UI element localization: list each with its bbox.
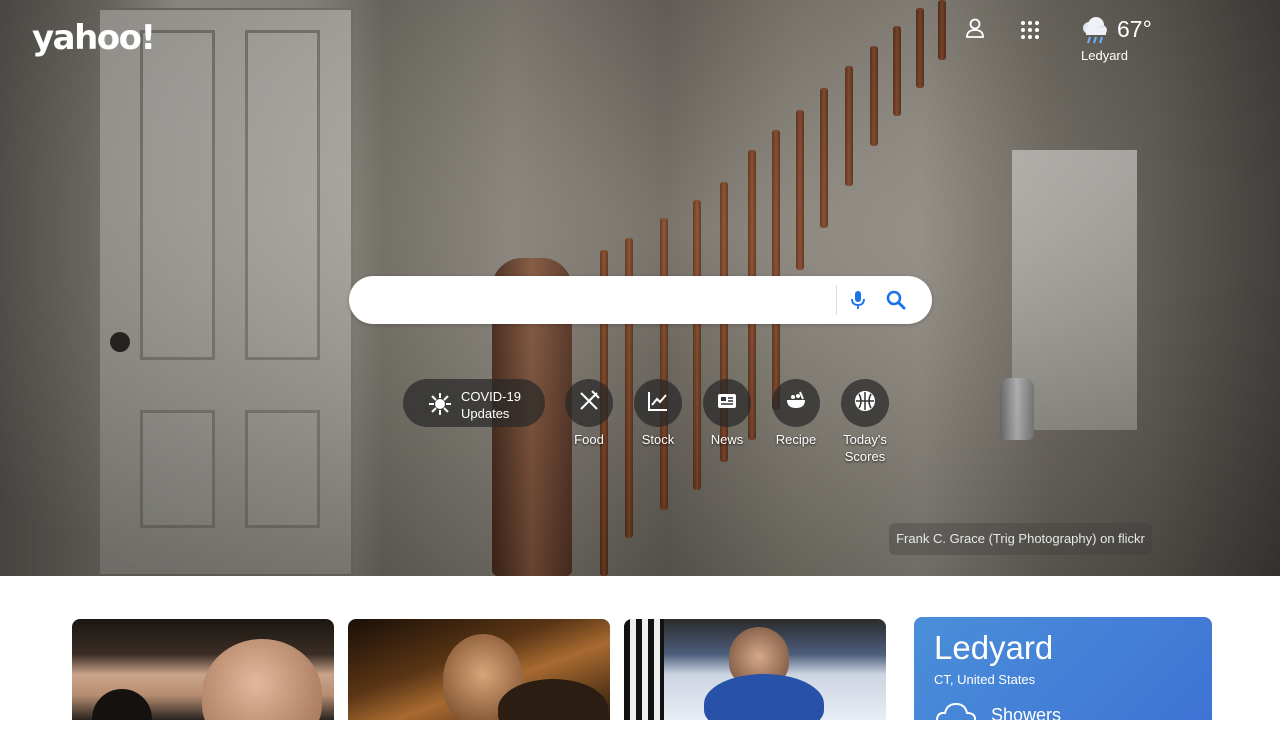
news-card-2[interactable] [348, 619, 610, 720]
shortcut-stock[interactable]: Stock [623, 379, 693, 448]
utensils-icon [576, 388, 602, 419]
shortcut-todays-scores-label: Today's Scores [830, 431, 900, 465]
search-divider [836, 285, 837, 315]
shortcut-news-label: News [710, 432, 744, 447]
cloud-outline-icon [934, 699, 978, 734]
shortcut-stock-label: Stock [641, 432, 675, 447]
yahoo-logo[interactable]: yahoo! [32, 18, 156, 58]
search-input[interactable] [369, 286, 829, 314]
chart-line-icon [646, 389, 670, 418]
apps-grid-icon[interactable] [1019, 19, 1041, 41]
profile-icon[interactable] [962, 16, 988, 42]
news-card-3[interactable] [624, 619, 886, 720]
virus-icon [427, 391, 453, 422]
weather-location: Ledyard [1081, 48, 1128, 63]
covid-label-line1: COVID-19 [461, 389, 521, 404]
shortcut-recipe-label: Recipe [775, 432, 817, 447]
weather-card[interactable]: Ledyard CT, United States Showers [914, 617, 1212, 728]
scores-label-line2: Scores [844, 449, 886, 464]
covid-label-line2: Updates [461, 406, 510, 421]
weather-card-city: Ledyard [934, 629, 1054, 666]
search-icon[interactable] [884, 288, 908, 312]
shortcut-todays-scores[interactable]: Today's Scores [830, 379, 900, 465]
shortcut-news[interactable]: News [692, 379, 762, 448]
bowl-icon [784, 389, 808, 418]
shortcut-food[interactable]: Food [554, 379, 624, 448]
weather-widget[interactable]: 67° Ledyard [1078, 14, 1168, 74]
weather-card-region: CT, United States [934, 672, 1036, 687]
scores-label-line1: Today's [843, 432, 887, 447]
search-box[interactable] [349, 276, 932, 324]
shortcut-recipe[interactable]: Recipe [761, 379, 831, 448]
basketball-icon [853, 389, 877, 418]
door-image-detail [98, 8, 353, 576]
shortcut-food-label: Food [574, 432, 604, 447]
weather-card-condition: Showers [991, 705, 1062, 725]
newspaper-icon [715, 389, 739, 418]
microphone-icon[interactable] [846, 288, 870, 312]
photo-credit-link[interactable]: Frank C. Grace (Trig Photography) on fli… [889, 523, 1152, 555]
weather-temperature: 67° [1117, 16, 1152, 42]
news-card-1[interactable] [72, 619, 334, 720]
covid-updates-button[interactable]: COVID-19 Updates [403, 379, 545, 427]
rain-cloud-icon [1078, 14, 1110, 51]
